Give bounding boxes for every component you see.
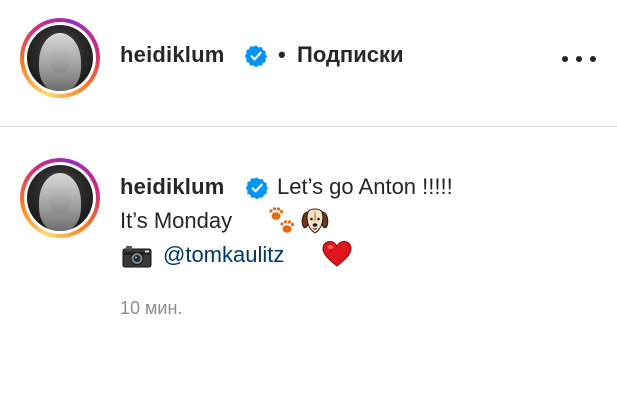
- avatar-photo: [27, 25, 93, 91]
- more-options-icon[interactable]: [562, 50, 596, 68]
- header-divider: [0, 126, 617, 127]
- mention-link[interactable]: @tomkaulitz: [163, 242, 284, 268]
- caption-line-2: It’s Monday: [120, 208, 233, 233]
- avatar-photo: [27, 165, 93, 231]
- red-heart-icon: [322, 240, 352, 267]
- verified-badge-icon: [245, 45, 267, 67]
- verified-badge-icon: [246, 177, 268, 199]
- comment-author-avatar[interactable]: [20, 158, 100, 238]
- dog-face-icon: [301, 208, 329, 234]
- comment-author-username[interactable]: heidiklum: [120, 174, 225, 200]
- following-button[interactable]: Подписки: [297, 42, 404, 68]
- camera-icon: [122, 246, 152, 268]
- post-author-avatar[interactable]: [20, 18, 100, 98]
- post-author-username[interactable]: heidiklum: [120, 42, 225, 68]
- separator-dot: •: [278, 42, 286, 67]
- paw-prints-icon: [269, 207, 295, 233]
- caption-line-1: Let’s go Anton !!!!!: [277, 174, 453, 199]
- comment-timestamp[interactable]: 10 мин.: [120, 298, 182, 319]
